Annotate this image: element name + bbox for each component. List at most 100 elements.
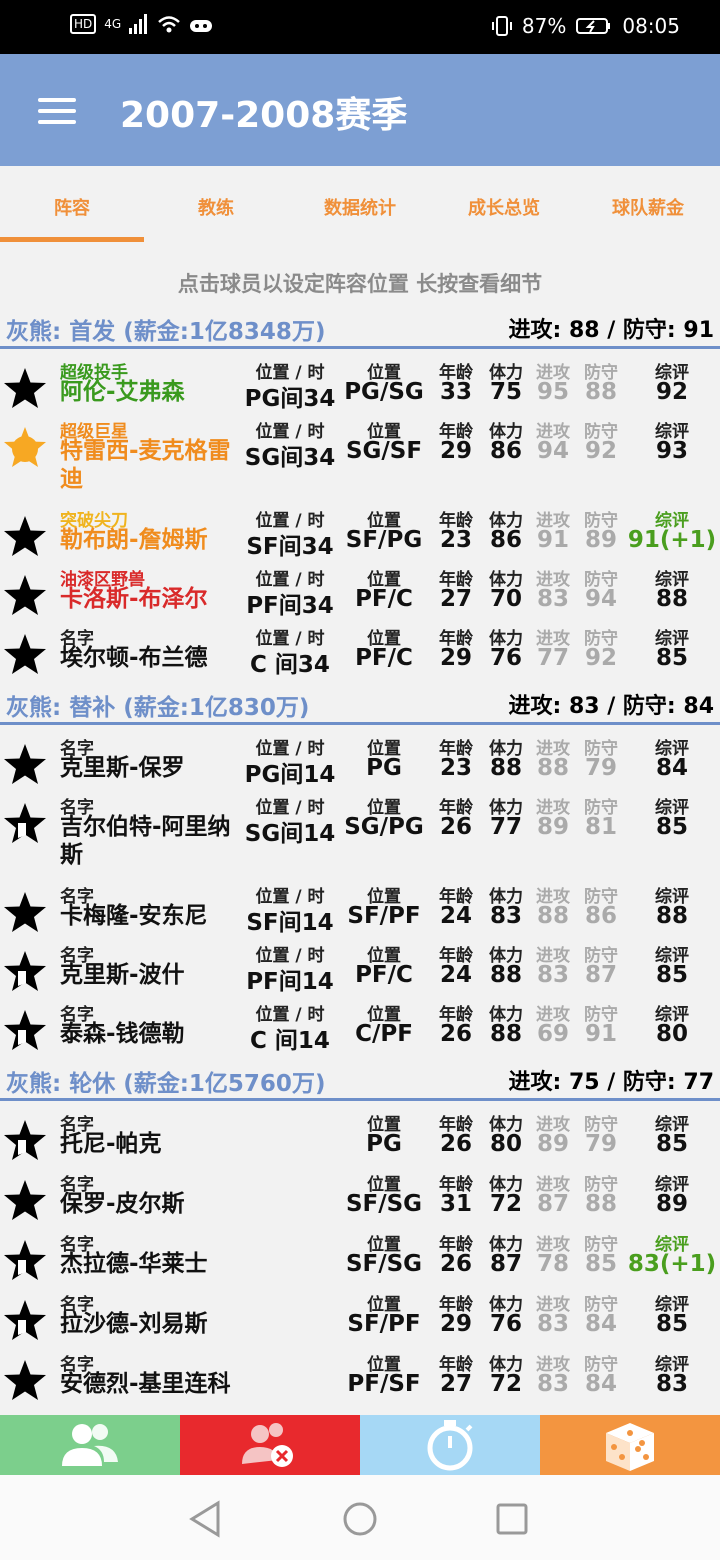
remove-player-button[interactable] xyxy=(180,1415,360,1475)
page-title: 2007-2008赛季 xyxy=(120,95,408,136)
stamina-value: 86 xyxy=(489,438,522,464)
overall-value: 80 xyxy=(655,1021,688,1047)
pos-time-value: C 间34 xyxy=(250,652,330,678)
menu-icon[interactable] xyxy=(38,98,76,124)
star-icon xyxy=(4,634,46,674)
player-name: 保罗-皮尔斯 xyxy=(60,1191,185,1217)
star-icon-half xyxy=(4,1010,46,1050)
defense-value: 89 xyxy=(584,527,617,553)
dice-icon xyxy=(606,1423,654,1471)
defense-value: 85 xyxy=(584,1251,617,1277)
player-name: 勒布朗-詹姆斯 xyxy=(60,527,208,553)
star-icon-half xyxy=(4,1300,46,1340)
pos-value: SF/SG xyxy=(345,1191,423,1217)
attack-value: 77 xyxy=(536,645,569,671)
stamina-value: 88 xyxy=(489,755,522,781)
star-icon xyxy=(4,516,46,556)
star-icon xyxy=(4,575,46,615)
pos-time-value: PF间14 xyxy=(246,969,334,995)
age-value: 33 xyxy=(439,379,472,405)
attack-value: 89 xyxy=(536,814,569,840)
defense-value: 84 xyxy=(584,1371,617,1397)
attack-value: 91 xyxy=(536,527,569,553)
player-name: 杰拉德-华莱士 xyxy=(60,1251,208,1277)
attack-value: 87 xyxy=(536,1191,569,1217)
defense-value: 88 xyxy=(584,1191,617,1217)
age-value: 26 xyxy=(439,814,472,840)
age-value: 24 xyxy=(439,903,472,929)
player-name: 安德烈-基里连科 xyxy=(60,1371,231,1397)
age-value: 24 xyxy=(439,962,472,988)
section-header: 灰熊: 轮休 (薪金:1亿5760万) 进攻: 75 / 防守: 77 xyxy=(0,1064,720,1101)
pos-value: PF/SF xyxy=(347,1371,421,1397)
vibrate-icon xyxy=(491,16,512,36)
stamina-value: 87 xyxy=(489,1251,522,1277)
overall-value: 85 xyxy=(655,1311,688,1337)
stamina-value: 75 xyxy=(489,379,522,405)
stamina-value: 83 xyxy=(489,903,522,929)
battery-percent: 87% xyxy=(521,14,567,38)
overall-value: 88 xyxy=(655,586,688,612)
roster-button[interactable] xyxy=(0,1415,180,1475)
star-icon-half xyxy=(4,1240,46,1280)
remove-player-icon xyxy=(242,1423,293,1467)
home-icon[interactable] xyxy=(340,1499,380,1539)
timer-button[interactable] xyxy=(360,1415,540,1475)
dice-button[interactable] xyxy=(540,1415,720,1475)
tab-roster[interactable]: 阵容 xyxy=(0,166,144,244)
tab-stats[interactable]: 数据统计 xyxy=(288,166,432,244)
stamina-value: 88 xyxy=(489,962,522,988)
bottom-nav xyxy=(0,1415,720,1475)
signal-icon: 4G xyxy=(104,17,122,31)
game-icon xyxy=(190,20,213,32)
pos-value: PG xyxy=(366,1131,402,1157)
overall-value: 92 xyxy=(655,379,688,405)
pos-value: PF/C xyxy=(355,586,413,612)
overall-value: 85 xyxy=(655,814,688,840)
back-icon[interactable] xyxy=(186,1499,226,1539)
age-value: 26 xyxy=(439,1021,472,1047)
pos-value: C/PF xyxy=(355,1021,413,1047)
tab-salary[interactable]: 球队薪金 xyxy=(576,166,720,244)
attack-value: 83 xyxy=(536,1311,569,1337)
defense-value: 92 xyxy=(584,438,617,464)
overall-value: 84 xyxy=(655,755,688,781)
stamina-value: 76 xyxy=(489,645,522,671)
defense-value: 81 xyxy=(584,814,617,840)
pos-value: SG/SF xyxy=(345,438,423,464)
section-stats: 进攻: 88 / 防守: 91 xyxy=(508,318,715,343)
overall-value: 85 xyxy=(655,962,688,988)
attack-value: 88 xyxy=(536,903,569,929)
star-icon xyxy=(4,368,46,408)
age-value: 31 xyxy=(439,1191,472,1217)
pos-time-value: PG间14 xyxy=(244,762,336,788)
overall-value: 88 xyxy=(655,903,688,929)
star-icon xyxy=(4,1180,46,1220)
overall-value: 89 xyxy=(655,1191,688,1217)
defense-value: 87 xyxy=(584,962,617,988)
defense-value: 88 xyxy=(584,379,617,405)
pos-time-value: C 间14 xyxy=(250,1028,330,1054)
age-value: 29 xyxy=(439,1311,472,1337)
stamina-value: 70 xyxy=(489,586,522,612)
section-title: 灰熊: 轮休 (薪金:1亿5760万) xyxy=(6,1071,326,1097)
tab-coach[interactable]: 教练 xyxy=(144,166,288,244)
age-value: 27 xyxy=(439,1371,472,1397)
overall-value: 93 xyxy=(655,438,688,464)
tab-growth[interactable]: 成长总览 xyxy=(432,166,576,244)
tab-bar: 阵容 教练 数据统计 成长总览 球队薪金 xyxy=(0,166,720,244)
player-name: 克里斯-波什 xyxy=(60,962,185,988)
pos-time-value: SF间14 xyxy=(246,910,334,936)
player-name: 埃尔顿-布兰德 xyxy=(60,645,208,671)
recents-icon[interactable] xyxy=(492,1499,532,1539)
status-bar: HD 4G 87% 08:05 xyxy=(0,0,720,54)
stamina-value: 80 xyxy=(489,1131,522,1157)
section-header: 灰熊: 替补 (薪金:1亿830万) 进攻: 83 / 防守: 84 xyxy=(0,688,720,725)
instruction-text: 点击球员以设定阵容位置 长按查看细节 xyxy=(177,272,543,296)
age-value: 27 xyxy=(439,586,472,612)
defense-value: 91 xyxy=(584,1021,617,1047)
age-value: 23 xyxy=(439,527,472,553)
pos-value: PF/C xyxy=(355,645,413,671)
pos-value: PG xyxy=(366,755,402,781)
age-value: 26 xyxy=(439,1131,472,1157)
